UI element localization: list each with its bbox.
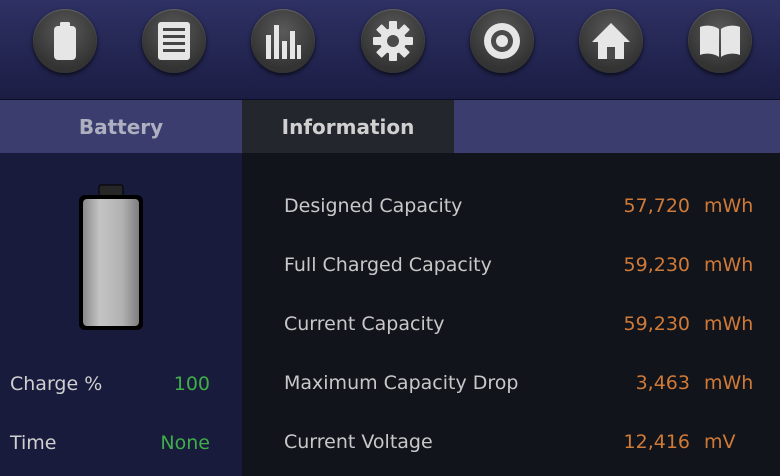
charge-value: 100 [173, 373, 210, 395]
battery-panel: Charge % 100 Time None [0, 153, 242, 476]
info-value: 59,230 [623, 313, 690, 335]
list-button[interactable] [142, 9, 206, 73]
info-unit: mWh [704, 254, 754, 276]
info-row: Maximum Capacity Drop 3,463 mWh [284, 368, 764, 398]
tab-information[interactable]: Information [242, 100, 454, 153]
info-row: Current Capacity 59,230 mWh [284, 309, 764, 339]
info-value: 12,416 [623, 431, 690, 453]
info-row: Full Charged Capacity 59,230 mWh [284, 250, 764, 280]
bar-chart-icon [266, 25, 301, 59]
info-unit: mWh [704, 313, 754, 335]
info-value: 59,230 [623, 254, 690, 276]
time-value: None [160, 432, 210, 454]
battery-button[interactable] [33, 9, 97, 73]
info-label: Full Charged Capacity [284, 254, 492, 276]
info-value: 57,720 [623, 195, 690, 217]
info-row: Current Voltage 12,416 mV [284, 427, 764, 457]
tab-battery[interactable]: Battery [0, 100, 242, 153]
info-unit: mWh [704, 195, 754, 217]
home-icon [592, 23, 630, 59]
info-label: Designed Capacity [284, 195, 463, 217]
gear-icon [373, 21, 413, 61]
target-icon [484, 23, 520, 59]
info-unit: mWh [704, 372, 754, 394]
charge-row: Charge % 100 [10, 369, 210, 399]
charge-label: Charge % [10, 373, 103, 395]
time-row: Time None [10, 428, 210, 458]
info-value: 3,463 [635, 372, 690, 394]
time-label: Time [10, 432, 57, 454]
info-label: Maximum Capacity Drop [284, 372, 519, 394]
home-button[interactable] [579, 9, 643, 73]
list-icon [158, 22, 190, 60]
info-label: Current Capacity [284, 313, 445, 335]
statistics-button[interactable] [251, 9, 315, 73]
info-row: Designed Capacity 57,720 mWh [284, 191, 764, 221]
book-icon [700, 25, 740, 57]
target-button[interactable] [470, 9, 534, 73]
info-unit: mV [704, 431, 736, 453]
toolbar [0, 0, 780, 100]
help-button[interactable] [688, 9, 752, 73]
settings-button[interactable] [361, 9, 425, 73]
battery-icon [54, 22, 76, 60]
tab-bar: Battery Information [0, 100, 780, 153]
information-panel: Designed Capacity 57,720 mWh Full Charge… [242, 153, 780, 476]
battery-level-icon [79, 184, 143, 330]
info-label: Current Voltage [284, 431, 433, 453]
